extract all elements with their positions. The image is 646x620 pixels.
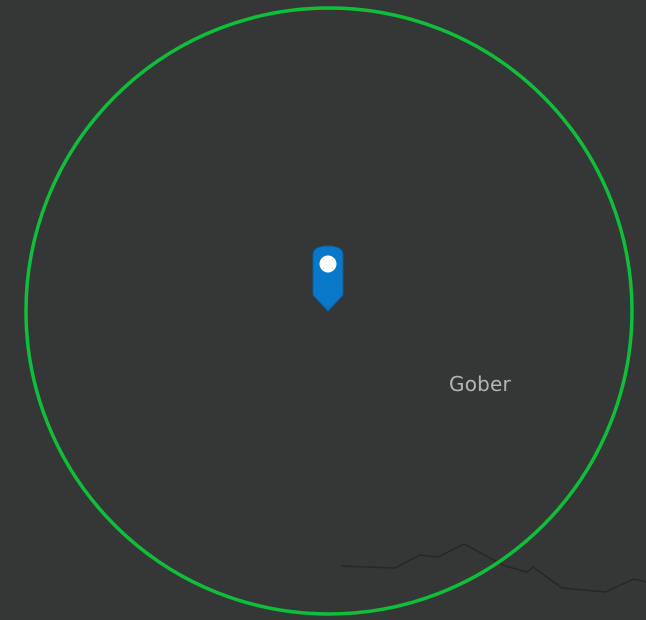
place-label: Gober [449,372,511,396]
map-pin-icon[interactable] [309,245,349,315]
road-line [340,543,646,593]
map-view[interactable]: Gober [0,0,646,620]
marker-dot [319,255,337,273]
